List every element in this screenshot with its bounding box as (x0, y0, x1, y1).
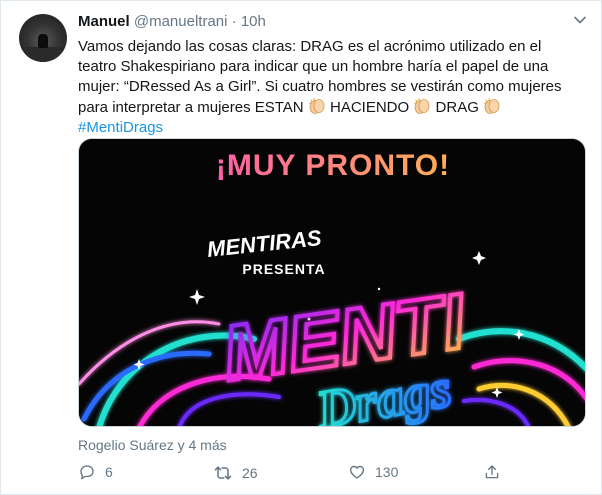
tweet-text-segment: HACIENDO (330, 99, 410, 116)
reply-button[interactable]: 6 (78, 463, 113, 481)
chevron-down-icon[interactable] (573, 13, 587, 27)
author-name[interactable]: Manuel (78, 13, 130, 30)
clapping-hands-icon (484, 98, 500, 114)
hashtag-link[interactable]: #MentiDrags (78, 119, 163, 136)
clapping-hands-icon (414, 98, 430, 114)
tweet-media-image[interactable]: ¡MUY PRONTO! MENTIRAS PRESENTA MENTI Dra… (78, 138, 586, 427)
media-artwork: ¡MUY PRONTO! MENTIRAS PRESENTA MENTI Dra… (79, 139, 585, 426)
author-handle[interactable]: @manueltrani (134, 13, 228, 30)
like-button[interactable]: 130 (348, 463, 398, 481)
tweet-text-line: para interpretar a mujeres ESTAN HACIEND… (78, 97, 588, 118)
avatar[interactable] (19, 14, 67, 62)
tweet-actions: 6 26 130 (78, 463, 588, 485)
like-count: 130 (375, 464, 399, 480)
tweet-text-line: teatro Shakespiriano para indicar que un… (78, 58, 549, 75)
header-separator: · (231, 13, 237, 30)
social-context[interactable]: Rogelio Suárez y 4 más (78, 437, 227, 453)
share-icon (485, 465, 499, 479)
clapping-hands-icon (308, 98, 325, 114)
tweet-header: Manuel @manueltrani · 10h (78, 13, 266, 30)
tweet-text-segment: DRAG (435, 99, 479, 116)
retweet-icon (214, 466, 232, 480)
retweet-button[interactable]: 26 (213, 463, 258, 483)
reply-icon (80, 465, 94, 480)
avatar-floor (19, 47, 67, 62)
tweet-time[interactable]: 10h (241, 13, 266, 30)
tweet-text-line: Vamos dejando las cosas claras: DRAG es … (78, 38, 542, 55)
share-button[interactable] (483, 463, 501, 481)
reply-count: 6 (105, 464, 113, 480)
media-headline: ¡MUY PRONTO! (216, 149, 450, 182)
avatar-figure (38, 34, 48, 48)
retweet-count: 26 (242, 465, 258, 481)
tweet-card[interactable]: Manuel @manueltrani · 10h Vamos dejando … (0, 0, 602, 495)
tweet-text: Vamos dejando las cosas claras: DRAG es … (78, 37, 588, 138)
tweet-text-segment: para interpretar a mujeres ESTAN (78, 99, 304, 116)
like-icon (349, 465, 365, 479)
tweet-text-line: mujer: “DRessed As a Girl”. Si cuatro ho… (78, 78, 562, 95)
media-presenta: PRESENTA (242, 261, 325, 277)
